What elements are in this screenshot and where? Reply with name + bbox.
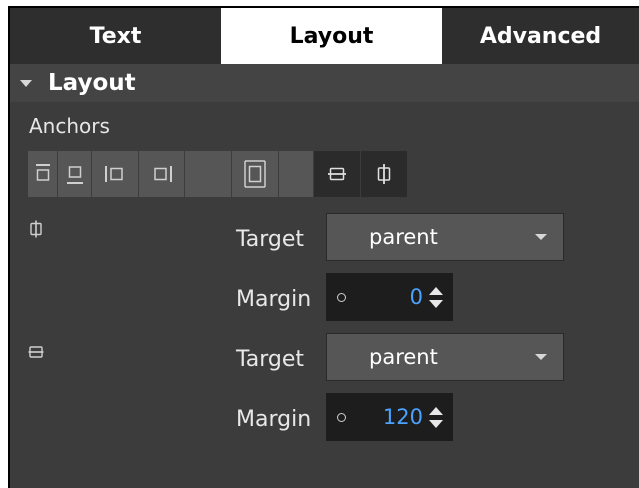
tab-text[interactable]: Text [10, 8, 221, 64]
chevron-down-icon [535, 354, 547, 360]
anchor-left-icon [105, 166, 123, 182]
spin-arrows[interactable] [427, 406, 445, 428]
anchor-horizontal-center-button[interactable] [361, 151, 407, 197]
anchor-left-button[interactable] [92, 151, 138, 197]
vcenter-margin-label: Margin [236, 407, 312, 432]
tab-bar: Text Layout Advanced [10, 8, 639, 64]
hcenter-margin-spinbox[interactable]: 0 [326, 273, 453, 321]
anchor-bottom-button[interactable] [58, 151, 91, 197]
hcenter-target-label: Target [236, 227, 305, 252]
anchor-fill-button[interactable] [185, 151, 231, 197]
hcenter-margin-label: Margin [236, 287, 312, 312]
tab-layout[interactable]: Layout [221, 8, 442, 64]
margin-handle-icon[interactable] [337, 412, 346, 422]
vcenter-target-value: parent [369, 345, 438, 369]
vcenter-target-dropdown[interactable]: parent [326, 333, 564, 381]
hcenter-target-dropdown[interactable]: parent [326, 213, 564, 261]
anchor-vertical-center-button[interactable] [314, 151, 360, 197]
layout-section-header[interactable]: Layout [10, 64, 639, 102]
spin-up-icon[interactable] [429, 286, 443, 295]
anchor-right-icon [153, 166, 172, 182]
anchor-top-button[interactable] [28, 151, 57, 197]
anchor-top-icon [35, 164, 50, 181]
anchor-bottom-icon [66, 166, 83, 184]
horizontal-center-icon [29, 220, 43, 242]
anchors-label: Anchors [29, 114, 110, 138]
anchor-blank-button[interactable] [279, 151, 313, 197]
spin-up-icon[interactable] [429, 406, 443, 415]
anchor-right-button[interactable] [139, 151, 184, 197]
vcenter-margin-value[interactable]: 120 [346, 405, 423, 429]
hcenter-margin-value[interactable]: 0 [346, 285, 423, 309]
section-title: Layout [48, 70, 136, 96]
hcenter-target-value: parent [369, 225, 438, 249]
anchor-horizontal-center-icon [377, 164, 391, 184]
margin-handle-icon[interactable] [337, 292, 346, 302]
collapse-triangle-icon[interactable] [20, 79, 32, 87]
tab-advanced[interactable]: Advanced [442, 8, 639, 64]
anchor-vertical-center-icon [328, 167, 346, 181]
anchor-button-bar [28, 150, 408, 198]
spin-down-icon[interactable] [429, 419, 443, 428]
spin-down-icon[interactable] [429, 299, 443, 308]
properties-panel: Text Layout Advanced Layout Anchors Targ… [10, 8, 639, 488]
vcenter-target-label: Target [236, 347, 305, 372]
vertical-center-icon [28, 344, 44, 363]
chevron-down-icon [535, 234, 547, 240]
spin-arrows[interactable] [427, 286, 445, 308]
anchor-fill-parent-button[interactable] [232, 151, 278, 197]
vcenter-margin-spinbox[interactable]: 120 [326, 393, 453, 441]
anchor-fill-parent-icon [244, 160, 266, 188]
